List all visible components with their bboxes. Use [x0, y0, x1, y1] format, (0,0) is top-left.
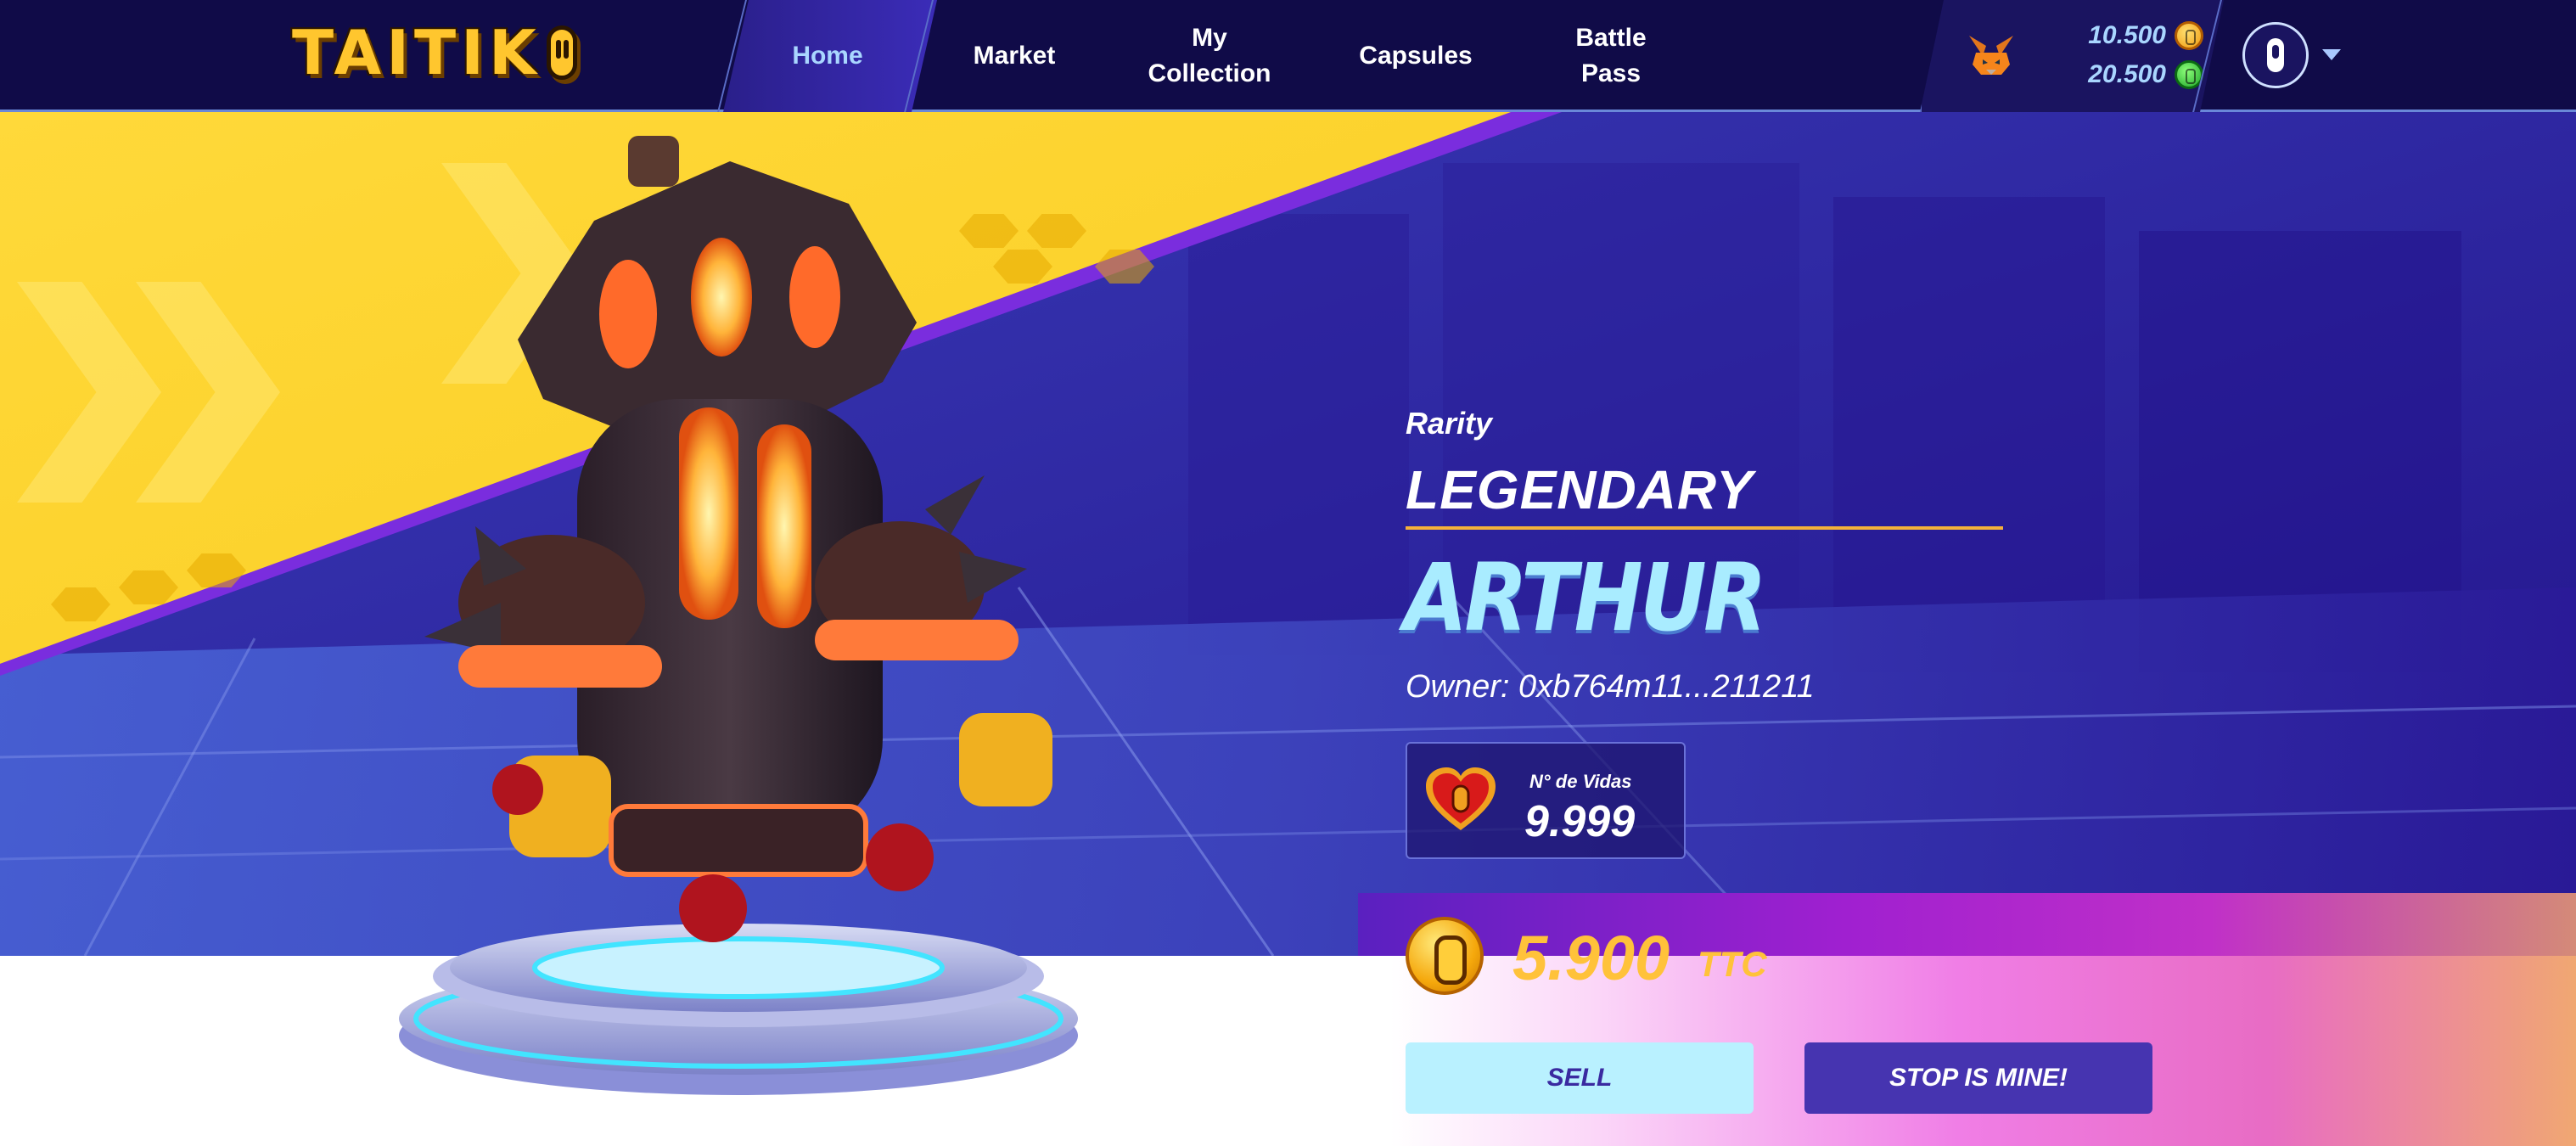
- heart-icon: [1426, 767, 1496, 830]
- nav-my-collection[interactable]: My Collection: [1120, 0, 1299, 112]
- gold-balance: 10.500: [2034, 19, 2203, 53]
- chevron-down-icon[interactable]: [2322, 49, 2341, 60]
- nav-capsules[interactable]: Capsules: [1333, 0, 1499, 112]
- arthur-character-image: [399, 136, 1078, 1095]
- sell-button[interactable]: SELL: [1406, 1042, 1754, 1114]
- lives-value: 9.999: [1524, 797, 1636, 846]
- stop-is-mine-button[interactable]: STOP IS MINE!: [1804, 1042, 2152, 1114]
- capsule-avatar-icon: [2267, 38, 2284, 72]
- wallet-panel: [1920, 0, 2224, 112]
- metamask-fox-icon[interactable]: [1967, 34, 2015, 76]
- logo-capsule-icon: [546, 25, 577, 80]
- nav-battle-pass[interactable]: Battle Pass: [1528, 0, 1694, 112]
- gold-balance-value: 10.500: [2088, 21, 2166, 49]
- character-name: ARTHUR: [1404, 543, 1767, 652]
- rarity-value: LEGENDARY: [1406, 459, 1754, 520]
- price-unit: TTC: [1698, 944, 1767, 984]
- gold-coin-icon: [2175, 21, 2203, 50]
- taitiko-logo[interactable]: TAITIK: [292, 17, 577, 88]
- rarity-label: Rarity: [1406, 406, 1493, 441]
- top-navbar: TAITIK Home Market My Collection Capsule…: [0, 0, 2576, 112]
- green-balance-value: 20.500: [2088, 60, 2166, 88]
- price-value: 5.900: [1512, 923, 1670, 993]
- owner-address: Owner: 0xb764m11...211211: [1406, 669, 1815, 705]
- lives-card: N° de Vidas 9.999: [1406, 742, 1686, 859]
- green-balance: 20.500: [2034, 58, 2203, 92]
- lives-label: N° de Vidas: [1529, 771, 1632, 792]
- ttc-coin-icon: [1406, 917, 1484, 995]
- nav-home[interactable]: Home: [747, 0, 908, 112]
- nav-market[interactable]: Market: [942, 0, 1086, 112]
- logo-text: TAITIK: [292, 17, 542, 88]
- rarity-underline: [1406, 526, 2003, 530]
- user-avatar[interactable]: [2242, 22, 2309, 88]
